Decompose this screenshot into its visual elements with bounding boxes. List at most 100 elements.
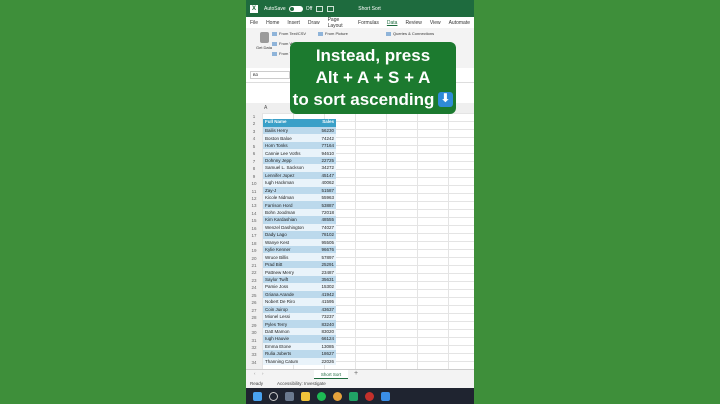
- table-row[interactable]: Coin Juirop 43637: [263, 305, 336, 313]
- cell-full-name[interactable]: Farrison Hord: [263, 203, 310, 208]
- cell-sales[interactable]: 35631: [310, 277, 336, 282]
- cell-sales[interactable]: 74242: [310, 136, 336, 141]
- table-row[interactable]: Saylor Twift 35631: [263, 275, 336, 284]
- file-explorer-icon[interactable]: [301, 391, 310, 401]
- table-row[interactable]: Thanning Catum 22026: [263, 357, 336, 365]
- tab-file[interactable]: File: [246, 20, 262, 26]
- cell-sales[interactable]: 25291: [310, 262, 336, 267]
- cell-sales[interactable]: 55963: [310, 195, 336, 200]
- tab-data[interactable]: Data: [383, 20, 402, 26]
- table-row[interactable]: Lennifer Jopez 45147: [263, 171, 336, 180]
- tab-automate[interactable]: Automate: [445, 20, 474, 26]
- table-row[interactable]: Wanye Kest 95505: [263, 238, 336, 246]
- cell-full-name[interactable]: Iugh Hauvie: [263, 336, 310, 341]
- cell-sales[interactable]: 41595: [310, 299, 336, 304]
- cell-sales[interactable]: 22725: [310, 158, 336, 163]
- cell-sales[interactable]: 73237: [310, 314, 336, 319]
- from-picture-button[interactable]: From Picture: [318, 31, 348, 36]
- table-row[interactable]: Pattnew Merry 23487: [263, 268, 336, 276]
- cell-sales[interactable]: 77164: [310, 143, 336, 148]
- tab-home[interactable]: Home: [262, 20, 283, 26]
- header-sales[interactable]: Sales: [310, 119, 336, 127]
- next-sheet-icon[interactable]: ›: [262, 371, 264, 376]
- table-row[interactable]: Iugh Hauvie 66124: [263, 335, 336, 343]
- cell-sales[interactable]: 94610: [310, 151, 336, 156]
- table-row[interactable]: Kicole Nidman 55963: [263, 193, 336, 202]
- cell-sales[interactable]: 72018: [310, 210, 336, 215]
- table-row[interactable]: Bailis Herry 56230: [263, 127, 336, 135]
- cell-full-name[interactable]: Bailis Herry: [263, 128, 310, 133]
- cell-full-name[interactable]: Wenzel Dashington: [263, 225, 310, 230]
- spotify-icon[interactable]: [317, 391, 326, 401]
- cell-sales[interactable]: 78102: [310, 232, 336, 237]
- cell-sales[interactable]: 83020: [310, 329, 336, 334]
- from-text-button[interactable]: From Text/CSV: [272, 31, 306, 36]
- cell-sales[interactable]: 66124: [310, 336, 336, 341]
- table-row[interactable]: Wruce Billis 57897: [263, 253, 336, 261]
- row-header[interactable]: 34: [246, 359, 262, 367]
- cell-full-name[interactable]: Wruce Billis: [263, 255, 310, 260]
- table-row[interactable]: Kylie Kenner 96676: [263, 246, 336, 254]
- cell-sales[interactable]: 45147: [310, 173, 336, 178]
- table-row[interactable]: Datt Mamon 83020: [263, 327, 336, 336]
- cell-full-name[interactable]: Emma Etone: [263, 344, 310, 349]
- cell-full-name[interactable]: Zay-J: [263, 188, 310, 193]
- cell-sales[interactable]: 23487: [310, 270, 336, 275]
- table-row[interactable]: Iugh Hackman 40062: [263, 179, 336, 187]
- name-box[interactable]: B3: [250, 71, 290, 79]
- table-row[interactable]: Emma Etone 13085: [263, 342, 336, 351]
- table-row[interactable]: Horn Tonks 77164: [263, 141, 336, 150]
- table-row[interactable]: Mionel Lessi 73237: [263, 312, 336, 321]
- cell-sales[interactable]: 95505: [310, 240, 336, 245]
- cell-full-name[interactable]: Horn Tonks: [263, 143, 310, 148]
- table-row[interactable]: Pyles Terry 83240: [263, 320, 336, 328]
- cell-sales[interactable]: 43637: [310, 307, 336, 312]
- cell-sales[interactable]: 96676: [310, 247, 336, 252]
- table-row[interactable]: Farrison Hord 53887: [263, 201, 336, 209]
- autosave-toggle[interactable]: [288, 5, 303, 12]
- table-row[interactable]: Dohnny Jepp 22725: [263, 156, 336, 165]
- table-row[interactable]: Dady Lago 78102: [263, 231, 336, 239]
- table-row[interactable]: Zay-J 51587: [263, 186, 336, 194]
- tab-insert[interactable]: Insert: [283, 20, 304, 26]
- folder-icon[interactable]: [381, 391, 390, 401]
- cell-sales[interactable]: 83240: [310, 322, 336, 327]
- cell-full-name[interactable]: Rulia Joberts: [263, 351, 310, 356]
- windows-start-icon[interactable]: [253, 391, 262, 401]
- tab-review[interactable]: Review: [401, 20, 425, 26]
- cell-full-name[interactable]: Dohnny Jepp: [263, 158, 310, 163]
- cell-full-name[interactable]: Kicole Nidman: [263, 195, 310, 200]
- cell-full-name[interactable]: Nobert De Riro: [263, 299, 310, 304]
- cell-full-name[interactable]: Kylie Kenner: [263, 247, 310, 252]
- table-row[interactable]: Kim Kardashian 48555: [263, 216, 336, 224]
- cell-sales[interactable]: 40062: [310, 180, 336, 185]
- chrome-icon[interactable]: [333, 391, 342, 401]
- cell-sales[interactable]: 41942: [310, 292, 336, 297]
- cell-full-name[interactable]: Boston Baloe: [263, 136, 310, 141]
- cell-full-name[interactable]: Mionel Lessi: [263, 314, 310, 319]
- cell-full-name[interactable]: Coin Juirop: [263, 307, 310, 312]
- prev-sheet-icon[interactable]: ‹: [254, 371, 256, 376]
- column-header-a[interactable]: A: [264, 105, 267, 111]
- cell-full-name[interactable]: Cannie Lee Voths: [263, 151, 310, 156]
- table-row[interactable]: Cannie Lee Voths 94610: [263, 149, 336, 157]
- table-row[interactable]: Nobert De Riro 41595: [263, 298, 336, 306]
- cell-sales[interactable]: 13085: [310, 344, 336, 349]
- cell-sales[interactable]: 57897: [310, 255, 336, 260]
- cell-full-name[interactable]: Lennifer Jopez: [263, 173, 310, 178]
- cell-full-name[interactable]: Pattnew Merry: [263, 270, 310, 275]
- accessibility-status[interactable]: Accessibility: Investigate: [277, 381, 326, 386]
- cell-full-name[interactable]: Dady Lago: [263, 232, 310, 237]
- table-row[interactable]: Prad Bitt 25291: [263, 260, 336, 269]
- tab-page-layout[interactable]: Page Layout: [324, 17, 354, 29]
- cell-full-name[interactable]: Saylor Twift: [263, 277, 310, 282]
- table-row[interactable]: Boston Baloe 74242: [263, 134, 336, 142]
- table-row[interactable]: Bohn Joodman 72018: [263, 208, 336, 217]
- cell-sales[interactable]: 22026: [310, 359, 336, 364]
- cell-full-name[interactable]: Wanye Kest: [263, 240, 310, 245]
- cell-full-name[interactable]: Datt Mamon: [263, 329, 310, 334]
- search-icon[interactable]: [269, 391, 278, 401]
- task-view-icon[interactable]: [285, 391, 294, 401]
- tab-formulas[interactable]: Formulas: [354, 20, 383, 26]
- cell-sales[interactable]: 34272: [310, 165, 336, 170]
